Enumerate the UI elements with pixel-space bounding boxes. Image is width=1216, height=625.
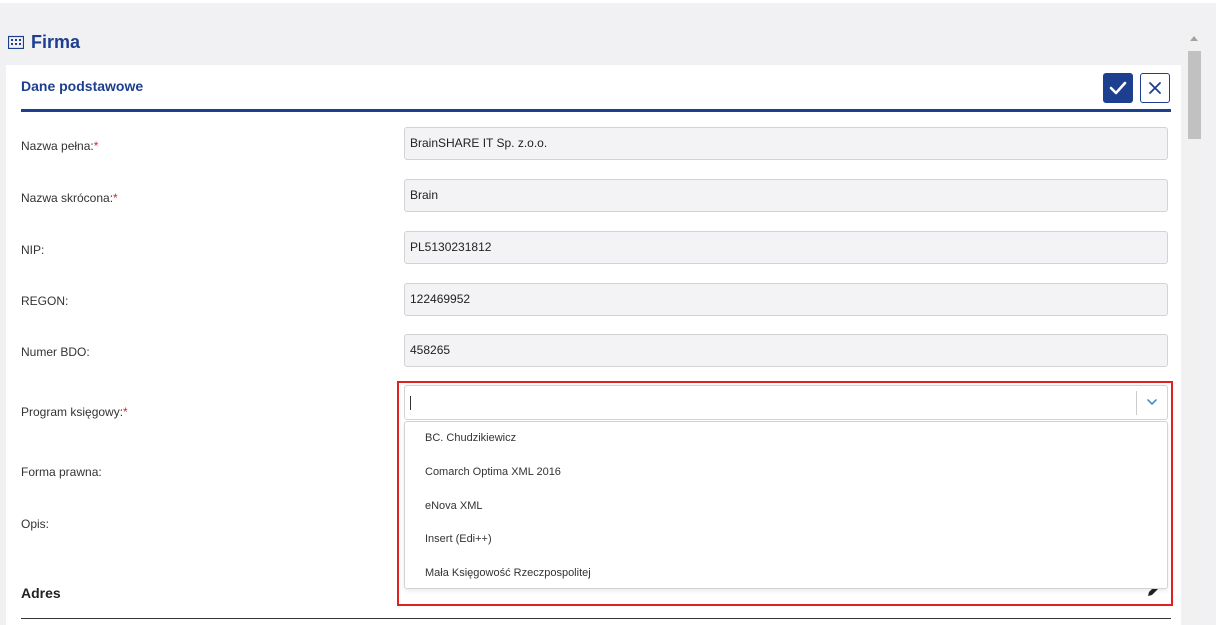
full-name-field[interactable]: BrainSHARE IT Sp. z.o.o. (404, 127, 1168, 160)
cancel-button[interactable] (1140, 73, 1170, 103)
nip-label: NIP: (21, 243, 45, 257)
short-name-label: Nazwa skrócona:* (21, 191, 118, 205)
short-name-field[interactable]: Brain (404, 179, 1168, 212)
bdo-field[interactable]: 458265 (404, 334, 1168, 367)
full-name-label-text: Nazwa pełna: (21, 139, 94, 153)
building-icon (7, 35, 25, 50)
legal-form-label: Forma prawna: (21, 465, 102, 479)
accounting-program-label-text: Program księgowy: (21, 405, 124, 419)
required-mark: * (123, 405, 128, 419)
regon-field[interactable]: 122469952 (404, 283, 1168, 316)
page-title-text: Firma (31, 31, 81, 52)
title-divider (21, 109, 1171, 112)
nip-field[interactable]: PL5130231812 (404, 231, 1168, 264)
scroll-thumb[interactable] (1188, 51, 1201, 139)
vertical-scrollbar[interactable] (1186, 32, 1203, 620)
address-divider (21, 618, 1171, 619)
bdo-label: Numer BDO: (21, 345, 90, 359)
full-name-label: Nazwa pełna:* (21, 139, 98, 153)
close-icon (1149, 82, 1161, 94)
required-mark: * (113, 191, 118, 205)
confirm-button[interactable] (1103, 73, 1133, 103)
page-title: Firma (7, 30, 81, 54)
description-label: Opis: (21, 517, 50, 531)
regon-label: REGON: (21, 294, 69, 308)
address-section-title: Adres (21, 585, 61, 601)
accounting-program-label: Program księgowy:* (21, 405, 128, 419)
top-strip (0, 0, 1216, 3)
scroll-up-arrow[interactable] (1190, 36, 1198, 41)
highlight-frame (397, 381, 1173, 606)
required-mark: * (93, 139, 99, 153)
card-title: Dane podstawowe (21, 78, 144, 94)
short-name-label-text: Nazwa skrócona: (21, 191, 114, 205)
check-icon (1109, 81, 1127, 95)
